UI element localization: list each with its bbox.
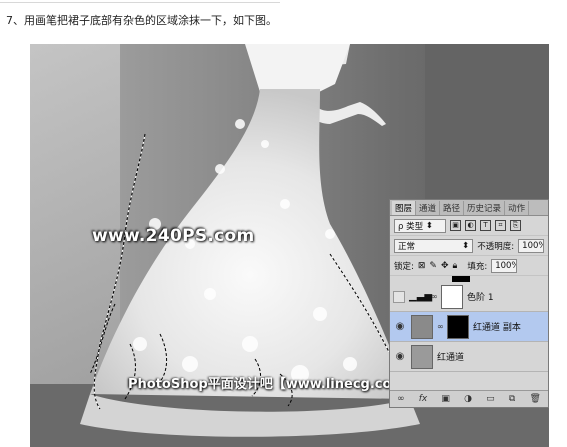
layer-mask-thumb[interactable] <box>441 284 463 309</box>
blend-row: 正常 ⬍ 不透明度: 100% <box>390 236 548 256</box>
lock-row: 锁定: ⊠ ✎ ✥ 🔒︎ 填充: 100% <box>390 256 548 276</box>
layer-levels-1[interactable]: ▁▃▅ ∞ 色阶 1 <box>390 282 548 312</box>
tab-paths[interactable]: 路径 <box>440 201 465 215</box>
layer-name: 红通道 <box>437 353 465 363</box>
adjustment-icon[interactable]: ◑ <box>464 394 472 404</box>
text-filter-icon[interactable]: T <box>480 220 491 231</box>
lock-move-icon[interactable]: ✥ <box>441 261 449 271</box>
mask-icon[interactable]: ▣ <box>441 394 450 404</box>
tab-actions[interactable]: 动作 <box>505 201 530 215</box>
tab-channels[interactable]: 通道 <box>416 201 441 215</box>
blend-mode-value: 正常 <box>398 241 416 252</box>
opacity-label: 不透明度: <box>477 241 515 252</box>
blend-mode-select[interactable]: 正常 ⬍ <box>394 238 474 253</box>
fill-input[interactable]: 100% <box>491 258 518 273</box>
lock-all-icon[interactable]: 🔒︎ <box>453 261 458 271</box>
site-watermark: www.240PS.com <box>92 226 255 246</box>
smart-filter-icon[interactable]: ⎘ <box>510 220 521 231</box>
chevron-down-icon: ⬍ <box>462 240 470 251</box>
eye-icon[interactable]: ◉ <box>393 321 407 332</box>
layers-panel: 图层 通道 路径 历史记录 动作 ρ 类型 ⬍ ▣ ◐ T ⌗ ⎘ 正常 ⬍ 不透… <box>389 199 549 408</box>
opacity-input[interactable]: 100% <box>518 238 544 253</box>
layer-red-channel-copy[interactable]: ◉ ∞ 红通道 副本 <box>390 312 548 342</box>
eye-icon[interactable]: ◉ <box>393 351 407 362</box>
chain-link-icon: ∞ <box>437 322 444 331</box>
levels-adjustment-icon: ▁▃▅ <box>409 291 433 302</box>
image-filter-icon[interactable]: ▣ <box>450 220 461 231</box>
instruction-text: 7、用画笔把裙子底部有杂色的区域涂抹一下，如下图。 <box>6 14 277 27</box>
chevron-down-icon: ⬍ <box>425 220 433 231</box>
layer-name: 红通道 副本 <box>473 323 521 333</box>
tab-history[interactable]: 历史记录 <box>464 201 506 215</box>
top-divider <box>0 0 280 3</box>
fill-label: 填充: <box>467 261 488 272</box>
filter-label: ρ 类型 <box>398 221 424 232</box>
adjust-filter-icon[interactable]: ◐ <box>465 220 476 231</box>
fx-icon[interactable]: fx <box>419 394 428 404</box>
folder-icon[interactable]: ▭ <box>486 394 495 404</box>
layer-thumb <box>411 314 433 339</box>
link-icon[interactable]: ∞ <box>397 394 405 404</box>
panel-bottom-bar: ∞ fx ▣ ◑ ▭ ⧉ 🗑︎ <box>390 390 548 407</box>
new-layer-icon[interactable]: ⧉ <box>509 394 515 404</box>
layer-red-channel[interactable]: ◉ 红通道 <box>390 342 548 372</box>
lock-label: 锁定: <box>394 261 414 272</box>
lock-transparent-icon[interactable]: ⊠ <box>418 261 426 271</box>
chain-link-icon: ∞ <box>431 292 438 301</box>
layer-thumb <box>411 344 433 369</box>
trash-icon[interactable]: 🗑︎ <box>529 394 540 404</box>
panel-tabs: 图层 通道 路径 历史记录 动作 <box>390 200 548 216</box>
tab-layers[interactable]: 图层 <box>392 201 417 215</box>
filter-row: ρ 类型 ⬍ ▣ ◐ T ⌗ ⎘ <box>390 216 548 236</box>
lock-paint-icon[interactable]: ✎ <box>429 261 437 271</box>
shape-filter-icon[interactable]: ⌗ <box>495 220 506 231</box>
layer-filter-select[interactable]: ρ 类型 ⬍ <box>394 218 446 233</box>
visibility-toggle-off[interactable] <box>393 290 405 303</box>
layer-name: 色阶 1 <box>467 293 494 303</box>
layer-mask-thumb[interactable] <box>447 314 469 339</box>
